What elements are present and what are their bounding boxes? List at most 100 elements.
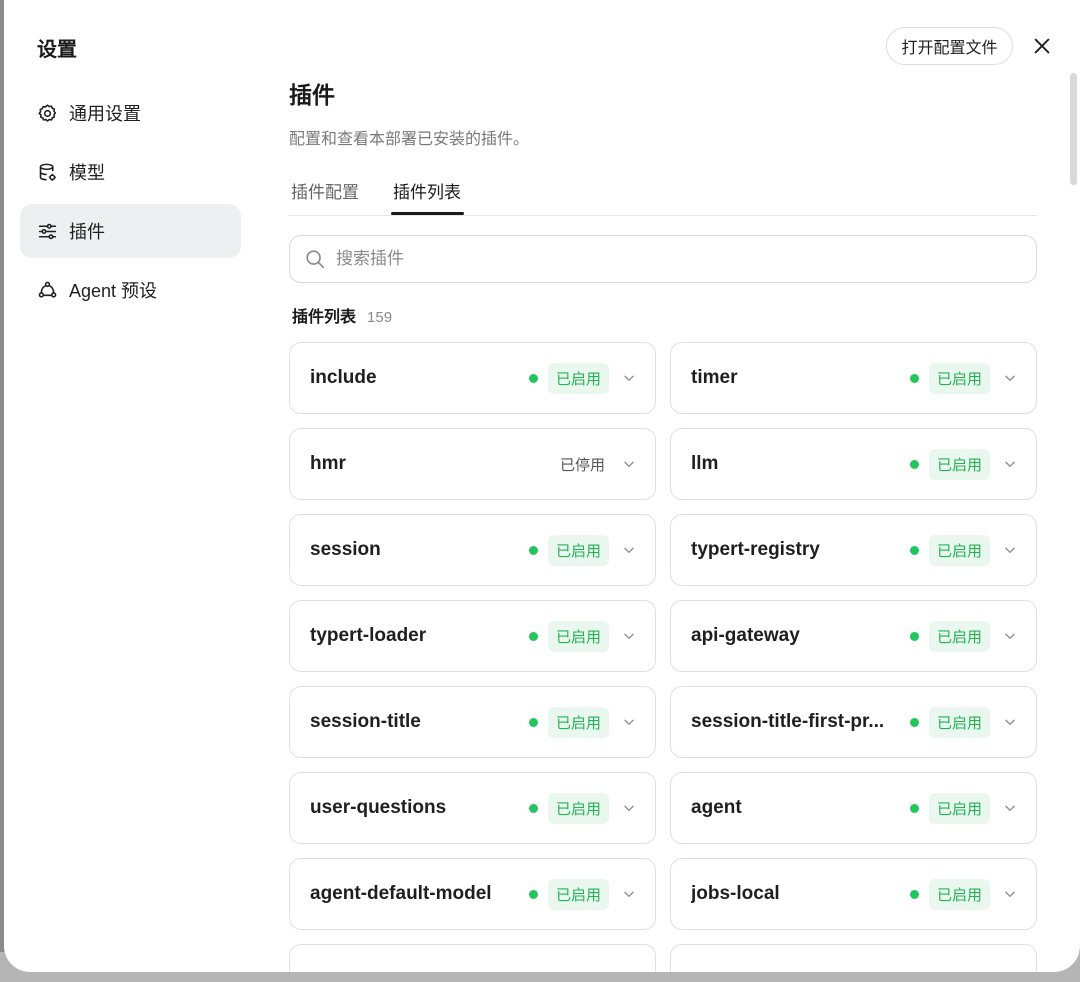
sidebar-item-label: Agent 预设 — [69, 281, 158, 301]
status-badge: 已启用 — [547, 878, 609, 910]
status-badge: 已启用 — [547, 706, 609, 738]
sidebar-item-label: 模型 — [69, 163, 105, 183]
status-dot — [909, 717, 919, 727]
search-input[interactable] — [336, 249, 1036, 269]
plugin-name: typert-loader — [310, 625, 427, 646]
plugin-card[interactable]: llm 已启用 — [670, 428, 1037, 500]
chevron-down-icon[interactable] — [1002, 800, 1018, 816]
sidebar-item-label: 通用设置 — [69, 104, 141, 124]
status-dot — [909, 803, 919, 813]
status-badge: 已启用 — [928, 706, 990, 738]
chevron-down-icon[interactable] — [621, 628, 637, 644]
search-icon — [306, 250, 325, 269]
page-description: 配置和查看本部署已安装的插件。 — [289, 131, 530, 148]
chevron-down-icon[interactable] — [1002, 714, 1018, 730]
plugin-name: typert-registry — [691, 539, 820, 560]
plugin-name: llm — [691, 453, 719, 474]
chevron-down-icon[interactable] — [1002, 542, 1018, 558]
plugin-card[interactable]: agent 已启用 — [670, 772, 1037, 844]
list-header: 插件列表 159 — [292, 303, 392, 327]
chevron-down-icon[interactable] — [621, 456, 637, 472]
status-dot — [909, 631, 919, 641]
plugin-name: session-title-first-pr... — [691, 711, 885, 732]
list-count: 159 — [367, 309, 393, 326]
plugin-name: agent — [691, 797, 742, 818]
plugin-card[interactable]: session 已启用 — [289, 514, 656, 586]
sidebar-item-agent-presets[interactable]: Agent 预设 — [20, 263, 241, 317]
close-icon — [1034, 38, 1050, 54]
sidebar-item-models[interactable]: 模型 — [20, 145, 241, 199]
scrollbar-thumb[interactable] — [1070, 73, 1077, 185]
sliders-icon — [36, 220, 58, 242]
dialog-title: 设置 — [37, 39, 77, 61]
plugin-name: api-gateway — [691, 625, 800, 646]
sidebar-item-label: 插件 — [69, 222, 105, 242]
status-badge: 已启用 — [547, 534, 609, 566]
plugin-name: session — [310, 539, 381, 560]
plugin-card[interactable]: session-title-first-pr... 已启用 — [670, 686, 1037, 758]
status-badge: 已启用 — [928, 362, 990, 394]
status-badge: 已启用 — [547, 620, 609, 652]
chevron-down-icon[interactable] — [621, 542, 637, 558]
status-dot — [528, 889, 538, 899]
plugin-name: user-questions — [310, 797, 447, 818]
status-dot — [909, 545, 919, 555]
plugin-card[interactable]: session-title 已启用 — [289, 686, 656, 758]
status-badge: 已启用 — [928, 620, 990, 652]
status-badge: 已启用 — [928, 792, 990, 824]
plugin-name: timer — [691, 367, 738, 388]
agent-icon — [36, 279, 58, 301]
plugin-card[interactable]: hmr 已停用 — [289, 428, 656, 500]
status-dot — [528, 545, 538, 555]
active-tab-indicator — [391, 212, 464, 215]
sidebar: 设置 通用设置 模型 插件 Agent 预设 — [4, 0, 254, 972]
search-box[interactable] — [289, 235, 1037, 283]
page-title: 插件 — [289, 82, 335, 108]
status-dot — [909, 889, 919, 899]
plugin-card[interactable]: agent-default-model 已启用 — [289, 858, 656, 930]
open-config-file-button[interactable]: 打开配置文件 — [886, 27, 1013, 65]
chevron-down-icon[interactable] — [1002, 628, 1018, 644]
status-badge: 已启用 — [547, 792, 609, 824]
plugin-card[interactable]: typert-loader 已启用 — [289, 600, 656, 672]
sidebar-item-general[interactable]: 通用设置 — [20, 86, 241, 140]
plugin-name: agent-default-model — [310, 883, 492, 904]
plugin-card[interactable]: api-gateway 已启用 — [670, 600, 1037, 672]
status-dot — [909, 373, 919, 383]
tab-plugin-config[interactable]: 插件配置 — [291, 178, 359, 217]
gear-icon — [36, 102, 58, 124]
status-badge: 已启用 — [928, 448, 990, 480]
status-dot — [528, 373, 538, 383]
chevron-down-icon[interactable] — [621, 370, 637, 386]
plugin-card[interactable]: user-questions 已启用 — [289, 772, 656, 844]
plugin-name: include — [310, 367, 377, 388]
settings-dialog: 设置 通用设置 模型 插件 Agent 预设 打开配置文件 插件 配置和查看本部… — [4, 0, 1080, 972]
status-badge: 已启用 — [928, 878, 990, 910]
status-dot — [909, 459, 919, 469]
status-badge: 已启用 — [928, 534, 990, 566]
plugin-name: session-title — [310, 711, 421, 732]
plugin-card[interactable]: typert-registry 已启用 — [670, 514, 1037, 586]
status-dot — [528, 631, 538, 641]
plugin-grid: include 已启用 timer 已启用 hmr 已停用 llm 已启用 session 已启用… — [289, 342, 1037, 972]
status-text: 已停用 — [559, 456, 605, 474]
database-icon — [36, 161, 58, 183]
plugin-card[interactable]: timer 已启用 — [670, 342, 1037, 414]
list-title: 插件列表 — [292, 309, 357, 326]
sidebar-item-plugins[interactable]: 插件 — [20, 204, 241, 258]
plugin-card[interactable] — [670, 944, 1037, 972]
chevron-down-icon[interactable] — [621, 714, 637, 730]
chevron-down-icon[interactable] — [1002, 456, 1018, 472]
status-dot — [528, 717, 538, 727]
close-button[interactable] — [1028, 32, 1056, 60]
status-dot — [528, 803, 538, 813]
plugin-card[interactable] — [289, 944, 656, 972]
chevron-down-icon[interactable] — [621, 800, 637, 816]
tab-bar: 插件配置 插件列表 — [289, 168, 1037, 216]
plugin-card[interactable]: jobs-local 已启用 — [670, 858, 1037, 930]
plugin-card[interactable]: include 已启用 — [289, 342, 656, 414]
chevron-down-icon[interactable] — [1002, 370, 1018, 386]
chevron-down-icon[interactable] — [1002, 886, 1018, 902]
chevron-down-icon[interactable] — [621, 886, 637, 902]
plugin-name: jobs-local — [691, 883, 780, 904]
